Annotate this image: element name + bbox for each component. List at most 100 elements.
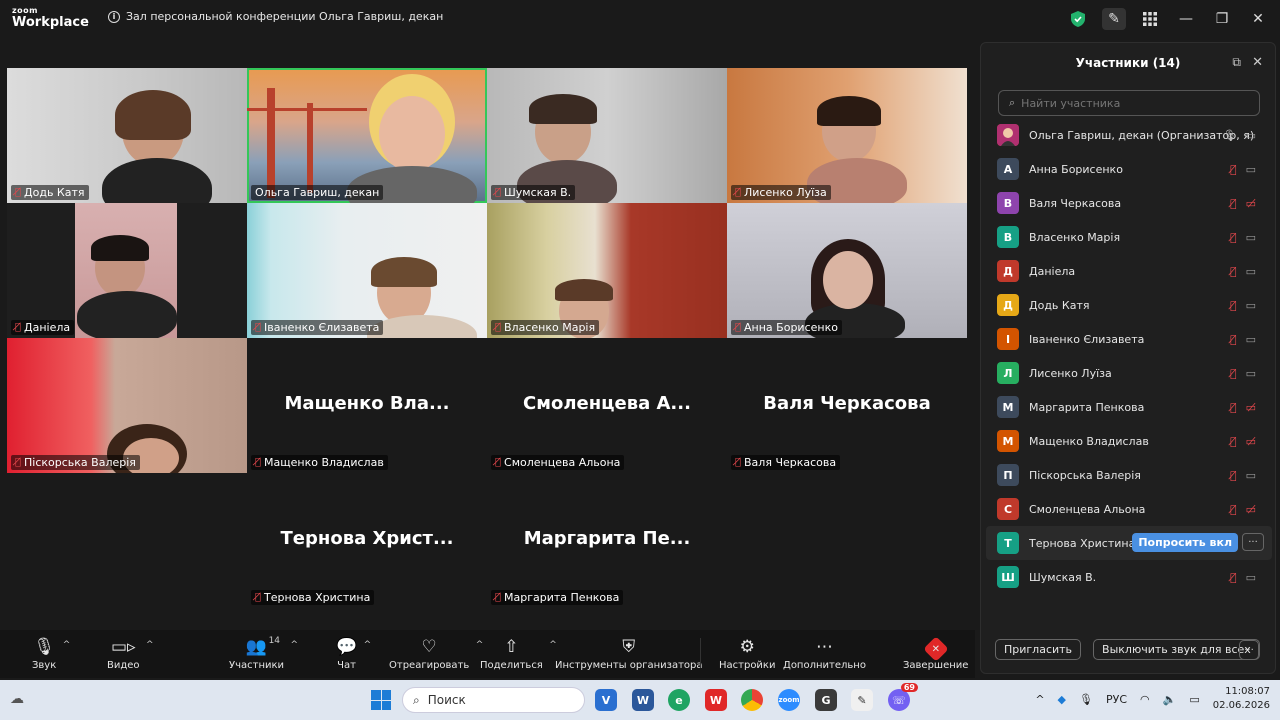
camera-icon[interactable]: ▭: [1246, 129, 1256, 142]
wps-app-icon[interactable]: W: [705, 689, 727, 711]
ask-to-unmute-button[interactable]: Попросить вкл: [1132, 533, 1238, 552]
name-tile[interactable]: Смоленцева А... 🎙̸ Смоленцева Альона: [487, 338, 727, 473]
video-tile[interactable]: 🎙̸ Шумская В.: [487, 68, 727, 203]
chevron-up-icon[interactable]: ^: [1035, 693, 1044, 706]
participant-row[interactable]: Л Лисенко Луїза 🎙̸ ▭: [986, 356, 1272, 390]
more-button[interactable]: ⋯ Дополнительно: [783, 634, 866, 671]
paint-app-icon[interactable]: ✎: [851, 689, 873, 711]
video-button[interactable]: ▭▹ Видео ^: [107, 634, 154, 671]
name-tile[interactable]: Мащенко Вла... 🎙̸ Мащенко Владислав: [247, 338, 487, 473]
camera-icon[interactable]: ▭: [1246, 299, 1256, 312]
mic-off-icon[interactable]: 🎙̸: [1230, 435, 1237, 448]
shield-icon[interactable]: [1066, 8, 1090, 30]
camera-icon[interactable]: ▭: [1246, 367, 1256, 380]
camera-icon[interactable]: ▭: [1246, 469, 1256, 482]
mic-off-icon[interactable]: 🎙̸: [1230, 231, 1237, 244]
participant-row[interactable]: М Мащенко Владислав 🎙̸ ▭̸: [986, 424, 1272, 458]
video-tile[interactable]: 🎙̸ Власенко Марія: [487, 203, 727, 338]
camera-icon[interactable]: ▭: [1246, 231, 1256, 244]
camera-icon[interactable]: ▭: [1246, 571, 1256, 584]
mic-off-icon[interactable]: 🎙̸: [1230, 265, 1237, 278]
mic-off-icon[interactable]: 🎙̸: [1230, 503, 1237, 516]
video-tile-active-speaker[interactable]: Ольга Гавриш, декан: [247, 68, 487, 203]
share-button[interactable]: ⇧ Поделиться ^: [480, 634, 557, 671]
camera-off-icon[interactable]: ▭̸: [1246, 503, 1256, 516]
popout-icon[interactable]: ⧉: [1232, 55, 1241, 70]
video-tile[interactable]: 🎙̸ Анна Борисенко: [727, 203, 967, 338]
word-app-icon[interactable]: W: [632, 689, 654, 711]
participant-row[interactable]: Ольга Гавриш, декан (Организатор, я) 🎙 ▭: [986, 118, 1272, 152]
cloud-icon[interactable]: ◆: [1058, 693, 1066, 706]
mute-all-button[interactable]: Выключить звук для всех: [1093, 639, 1260, 660]
weather-icon[interactable]: ☁: [10, 691, 30, 709]
participant-more-button[interactable]: ···: [1242, 533, 1264, 551]
close-panel-icon[interactable]: ✕: [1252, 55, 1263, 70]
chrome-app-icon[interactable]: [741, 689, 763, 711]
mic-off-icon[interactable]: 🎙̸: [1230, 163, 1237, 176]
mic-icon[interactable]: 🎙: [1223, 129, 1237, 142]
mic-off-icon[interactable]: 🎙̸: [1230, 469, 1237, 482]
participant-row[interactable]: Д Даніела 🎙̸ ▭: [986, 254, 1272, 288]
chevron-up-icon[interactable]: ^: [290, 640, 298, 650]
chevron-up-icon[interactable]: ^: [146, 640, 154, 650]
wifi-icon[interactable]: ◠: [1140, 693, 1150, 706]
participant-row-hovered[interactable]: Т Тернова Христина Попросить вкл ···: [986, 526, 1272, 560]
video-tile[interactable]: 🎙̸ Даніела: [7, 203, 247, 338]
g-app-icon[interactable]: G: [815, 689, 837, 711]
files-app-icon[interactable]: V: [595, 689, 617, 711]
invite-button[interactable]: Пригласить: [995, 639, 1082, 660]
minimize-icon[interactable]: —: [1174, 8, 1198, 30]
clock[interactable]: 11:08:07 02.06.2026: [1213, 685, 1270, 713]
camera-icon[interactable]: ▭: [1246, 333, 1256, 346]
video-tile[interactable]: 🎙̸ Іваненко Єлизавета: [247, 203, 487, 338]
chevron-up-icon[interactable]: ^: [63, 640, 71, 650]
viber-app-icon[interactable]: ☏ 69: [888, 683, 918, 711]
end-button[interactable]: ✕ Завершение: [903, 634, 968, 671]
zoom-app-icon[interactable]: zoom: [778, 689, 800, 711]
participant-row[interactable]: Д Додь Катя 🎙̸ ▭: [986, 288, 1272, 322]
taskbar-search[interactable]: ⌕ Поиск: [402, 687, 585, 713]
close-icon[interactable]: ✕: [1246, 8, 1270, 30]
camera-off-icon[interactable]: ▭̸: [1246, 401, 1256, 414]
pen-icon[interactable]: ✎: [1102, 8, 1126, 30]
windows-start-icon[interactable]: [371, 690, 391, 710]
mic-off-icon[interactable]: 🎙̸: [1230, 333, 1237, 346]
mic-off-icon[interactable]: 🎙̸: [1230, 197, 1237, 210]
search-input[interactable]: [1021, 96, 1242, 110]
participant-row[interactable]: А Анна Борисенко 🎙̸ ▭: [986, 152, 1272, 186]
participant-row[interactable]: І Іваненко Єлизавета 🎙̸ ▭: [986, 322, 1272, 356]
host-tools-button[interactable]: ⛨ Инструменты организатора: [555, 634, 703, 671]
mic-off-icon[interactable]: 🎙̸: [1230, 367, 1237, 380]
browser-app-icon[interactable]: e: [668, 689, 690, 711]
participant-search[interactable]: ⌕: [998, 90, 1260, 116]
camera-icon[interactable]: ▭: [1246, 163, 1256, 176]
mic-off-icon[interactable]: 🎙̸: [1230, 299, 1237, 312]
panel-more-button[interactable]: ···: [1239, 640, 1259, 660]
camera-off-icon[interactable]: ▭̸: [1246, 435, 1256, 448]
video-tile[interactable]: 🎙̸ Додь Катя: [7, 68, 247, 203]
language-indicator[interactable]: РУС: [1106, 693, 1127, 706]
participant-row[interactable]: С Смоленцева Альона 🎙̸ ▭̸: [986, 492, 1272, 526]
chat-button[interactable]: 💬 Чат ^: [336, 634, 371, 671]
audio-button[interactable]: 🎙 Звук ^: [32, 634, 70, 671]
mic-off-icon[interactable]: 🎙̸: [1230, 571, 1237, 584]
camera-icon[interactable]: ▭: [1246, 265, 1256, 278]
camera-off-icon[interactable]: ▭̸: [1246, 197, 1256, 210]
participant-row[interactable]: М Маргарита Пенкова 🎙̸ ▭̸: [986, 390, 1272, 424]
meeting-title[interactable]: i Зал персональной конференции Ольга Гав…: [108, 10, 443, 23]
mic-tray-icon[interactable]: 🎙: [1079, 693, 1093, 706]
apps-grid-icon[interactable]: [1138, 8, 1162, 30]
video-tile[interactable]: 🎙̸ Лисенко Луїза: [727, 68, 967, 203]
info-icon[interactable]: i: [108, 10, 120, 23]
participant-row[interactable]: В Власенко Марія 🎙̸ ▭: [986, 220, 1272, 254]
mic-off-icon[interactable]: 🎙̸: [1230, 401, 1237, 414]
participant-row[interactable]: Ш Шумская В. 🎙̸ ▭: [986, 560, 1272, 594]
battery-icon[interactable]: ▭: [1189, 693, 1199, 706]
restore-icon[interactable]: ❐: [1210, 8, 1234, 30]
volume-icon[interactable]: 🔈: [1163, 693, 1177, 706]
chevron-up-icon[interactable]: ^: [364, 640, 372, 650]
name-tile[interactable]: Валя Черкасова 🎙̸ Валя Черкасова: [727, 338, 967, 473]
participants-button[interactable]: 👥 14 Участники ^: [229, 634, 298, 671]
video-tile[interactable]: 🎙̸ Піскорська Валерія: [7, 338, 247, 473]
participant-row[interactable]: П Піскорська Валерія 🎙̸ ▭: [986, 458, 1272, 492]
